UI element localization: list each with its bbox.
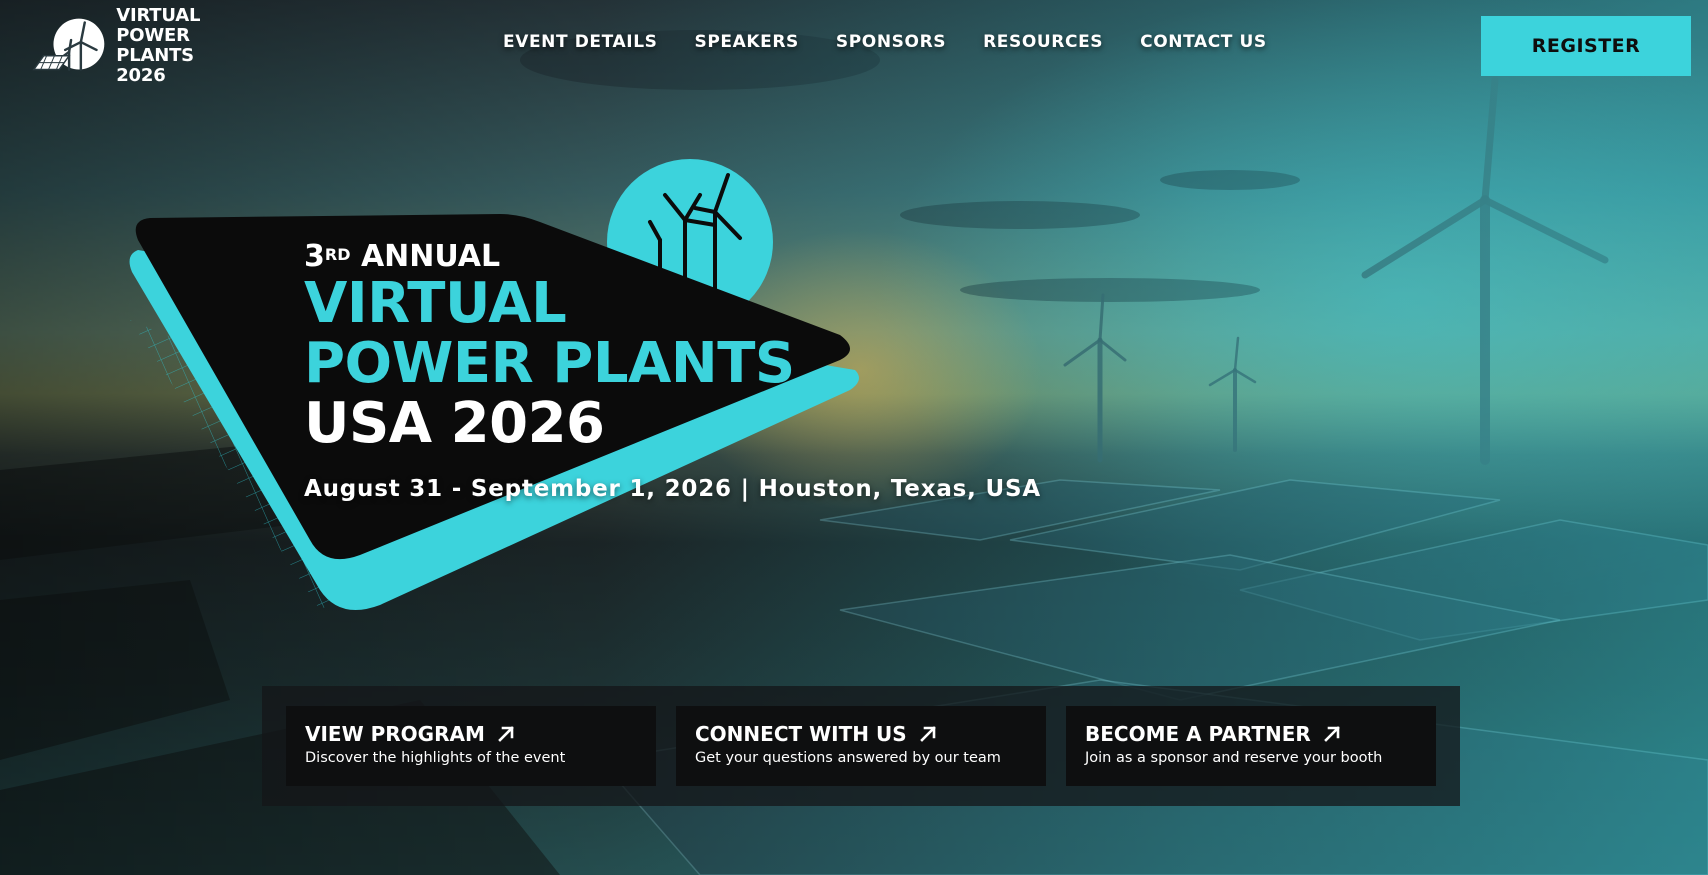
logo-line-1: VIRTUAL	[116, 5, 201, 26]
view-program-label: VIEW PROGRAM	[305, 722, 485, 746]
connect-with-us-title: CONNECT WITH US	[695, 722, 1027, 746]
nav-sponsors[interactable]: SPONSORS	[836, 32, 946, 52]
become-a-partner-description: Join as a sponsor and reserve your booth	[1085, 750, 1383, 766]
arrow-up-right-icon	[1323, 726, 1340, 742]
title-line-virtual: VIRTUAL	[304, 271, 567, 336]
nav-speakers[interactable]: SPEAKERS	[694, 32, 798, 52]
wind-solar-logo-icon	[32, 18, 105, 71]
connect-with-us-label: CONNECT WITH US	[695, 722, 907, 746]
register-button[interactable]: REGISTER	[1481, 16, 1691, 76]
connect-with-us-card[interactable]: CONNECT WITH US Get your questions answe…	[676, 706, 1046, 786]
event-date-location: August 31 - September 1, 2026 | Houston,…	[304, 476, 1041, 502]
become-a-partner-card[interactable]: BECOME A PARTNER Join as a sponsor and r…	[1066, 706, 1436, 786]
arrow-up-right-icon	[919, 726, 936, 742]
view-program-title: VIEW PROGRAM	[305, 722, 637, 746]
logo-wordmark: VIRTUAL POWER PLANTS 2026	[116, 6, 270, 86]
logo-line-3: 2026	[116, 65, 166, 86]
edition-number: 3	[304, 239, 325, 274]
view-program-card[interactable]: VIEW PROGRAM Discover the highlights of …	[286, 706, 656, 786]
title-line-power-plants: POWER PLANTS	[304, 331, 795, 396]
title-line-usa-2026: USA 2026	[304, 391, 605, 456]
edition-word: ANNUAL	[360, 239, 501, 274]
logo-line-2: POWER PLANTS	[116, 25, 194, 66]
view-program-description: Discover the highlights of the event	[305, 750, 566, 766]
become-a-partner-title: BECOME A PARTNER	[1085, 722, 1417, 746]
nav-event-details[interactable]: EVENT DETAILS	[503, 32, 657, 52]
edition-label: 3RD ANNUAL	[304, 240, 795, 274]
main-navigation: EVENT DETAILS SPEAKERS SPONSORS RESOURCE…	[503, 32, 1267, 52]
edition-suffix: RD	[324, 245, 351, 264]
nav-resources[interactable]: RESOURCES	[983, 32, 1103, 52]
site-logo[interactable]: VIRTUAL POWER PLANTS 2026	[30, 6, 270, 86]
connect-with-us-description: Get your questions answered by our team	[695, 750, 1001, 766]
hero-title-block: 3RD ANNUAL VIRTUAL POWER PLANTS USA 2026	[304, 240, 795, 454]
arrow-up-right-icon	[498, 726, 514, 742]
nav-contact-us[interactable]: CONTACT US	[1140, 32, 1267, 52]
become-a-partner-label: BECOME A PARTNER	[1085, 722, 1311, 746]
